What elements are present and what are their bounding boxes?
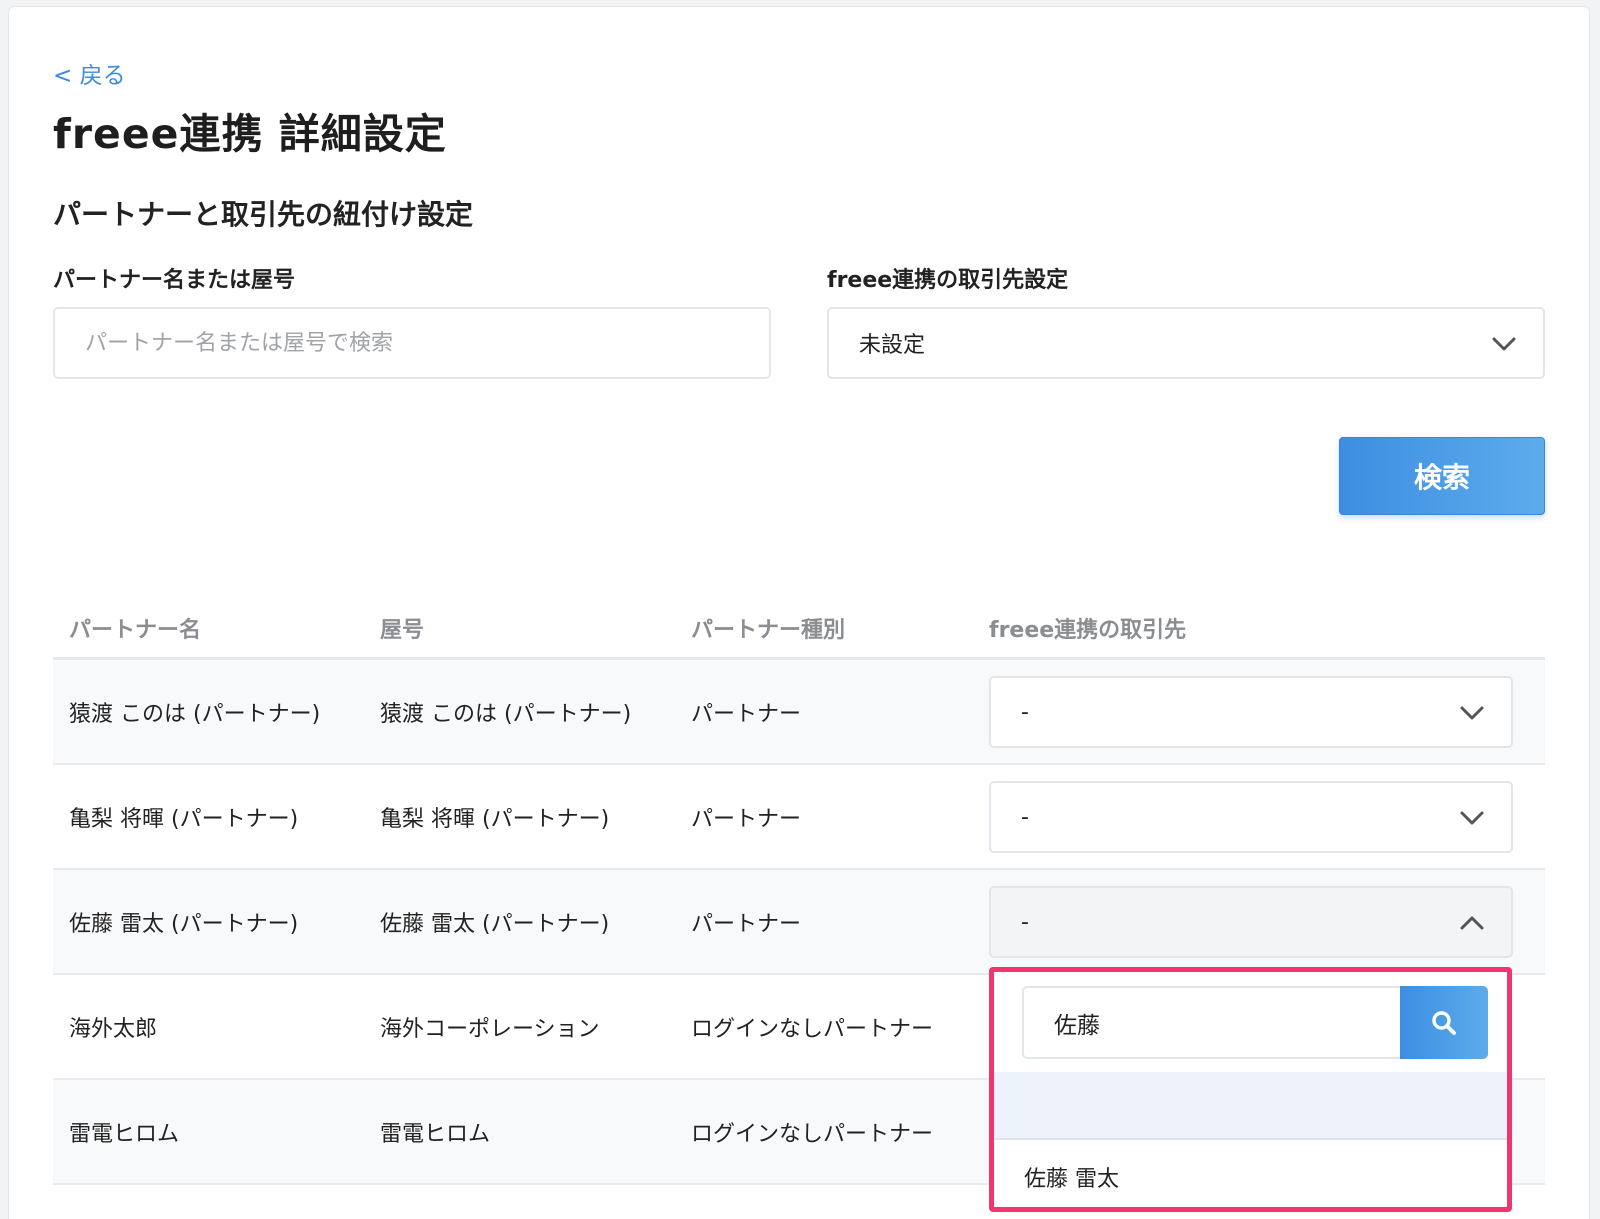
dropdown-search-button[interactable]: [1400, 986, 1488, 1059]
cell-partner-type: パートナー: [691, 911, 802, 937]
cell-partner-name: 海外太郎: [69, 1016, 158, 1042]
client-select-value: -: [1021, 699, 1029, 725]
chevron-up-icon: [1460, 916, 1484, 930]
cell-partner-type: パートナー: [691, 701, 802, 727]
table-row: 佐藤 雷太 (パートナー) 佐藤 雷太 (パートナー) パートナー -: [53, 870, 1545, 975]
dropdown-option-empty[interactable]: [994, 1072, 1507, 1140]
search-button[interactable]: 検索: [1339, 437, 1545, 515]
client-filter-value: 未設定: [859, 333, 926, 358]
cell-partner-name: 佐藤 雷太 (パートナー): [69, 911, 299, 937]
cell-partner-name: 亀梨 将暉 (パートナー): [69, 806, 299, 832]
cell-partner-name: 雷電ヒロム: [69, 1121, 180, 1147]
client-select[interactable]: -: [989, 781, 1513, 853]
header-trade-name: 屋号: [380, 618, 425, 643]
client-select[interactable]: -: [989, 676, 1513, 748]
cell-partner-type: ログインなしパートナー: [691, 1016, 934, 1042]
dropdown-search-input[interactable]: [1024, 988, 1402, 1057]
chevron-down-icon: [1492, 337, 1516, 351]
chevron-down-icon: [1460, 811, 1484, 825]
table-row: 亀梨 将暉 (パートナー) 亀梨 将暉 (パートナー) パートナー -: [53, 765, 1545, 870]
client-filter-label: freee連携の取引先設定: [827, 268, 1069, 293]
cell-trade-name: 佐藤 雷太 (パートナー): [380, 911, 610, 937]
client-select-value: -: [1021, 804, 1029, 830]
cell-trade-name: 海外コーポレーション: [380, 1016, 600, 1042]
cell-trade-name: 猿渡 このは (パートナー): [380, 701, 632, 727]
table-row: 猿渡 このは (パートナー) 猿渡 このは (パートナー) パートナー -: [53, 660, 1545, 765]
cell-trade-name: 雷電ヒロム: [380, 1121, 491, 1147]
dropdown-search: [1022, 986, 1488, 1059]
search-icon: [1432, 1010, 1456, 1035]
partner-search-label: パートナー名または屋号: [53, 268, 296, 293]
table-header: パートナー名 屋号 パートナー種別 freee連携の取引先: [53, 588, 1545, 660]
client-filter-select[interactable]: 未設定: [827, 307, 1545, 379]
client-dropdown-panel: 佐藤 雷太: [989, 967, 1512, 1212]
header-freee-client: freee連携の取引先: [989, 618, 1187, 643]
client-select-open[interactable]: -: [989, 886, 1513, 958]
cell-partner-name: 猿渡 このは (パートナー): [69, 701, 321, 727]
partner-search-input[interactable]: [53, 307, 771, 379]
cell-trade-name: 亀梨 将暉 (パートナー): [380, 806, 610, 832]
cell-partner-type: パートナー: [691, 806, 802, 832]
header-partner-type: パートナー種別: [691, 618, 846, 643]
back-link[interactable]: < 戻る: [53, 56, 126, 90]
cell-partner-type: ログインなしパートナー: [691, 1121, 934, 1147]
section-title: パートナーと取引先の紐付け設定: [53, 198, 474, 231]
header-partner-name: パートナー名: [69, 618, 202, 643]
chevron-down-icon: [1460, 706, 1484, 720]
dropdown-option[interactable]: 佐藤 雷太: [994, 1142, 1507, 1207]
client-select-value: -: [1021, 909, 1029, 935]
page-title: freee連携 詳細設定: [53, 110, 447, 158]
